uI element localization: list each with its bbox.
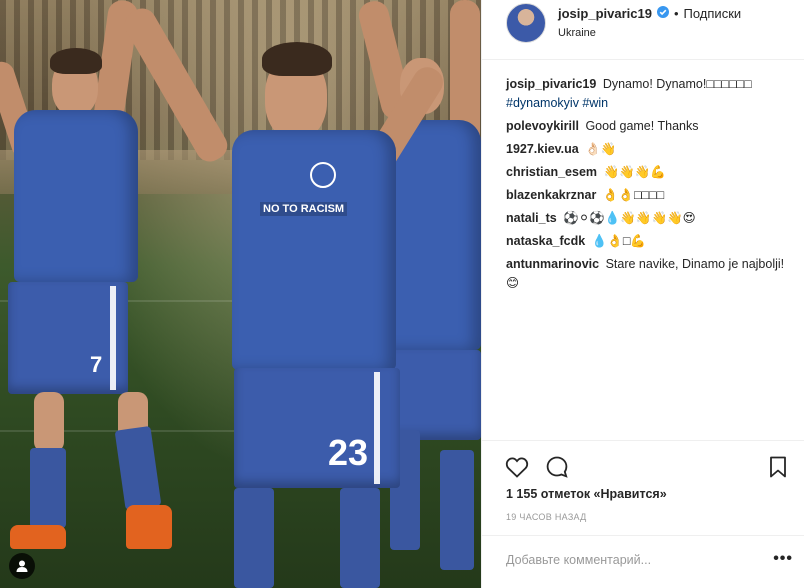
comment-author[interactable]: 1927.kiev.ua <box>506 142 579 156</box>
comment-author[interactable]: polevoykirill <box>506 119 579 133</box>
location-link[interactable]: Ukraine <box>558 27 596 39</box>
separator-dot: • <box>673 6 679 21</box>
list-item: antunmarinovic Stare navike, Dinamo je n… <box>506 255 796 293</box>
avatar[interactable] <box>506 3 546 43</box>
verified-badge-icon <box>656 6 669 21</box>
comments-list: josip_pivaric19 Dynamo! Dynamo!□□□□□□ #d… <box>506 75 796 297</box>
shirt-slogan: NO TO RACISM <box>260 202 348 216</box>
player-center: NO TO RACISM 23 <box>119 0 449 588</box>
comment-text: 👌🏻👋 <box>585 142 617 156</box>
post-photo[interactable]: 7 NO TO RACISM 23 <box>0 0 481 588</box>
comment-text: ⚽⚪⚽💧👋👋👋👋😍 <box>563 211 696 225</box>
list-item: nataska_fcdk 💧👌□💪 <box>506 232 796 251</box>
comment-author[interactable]: antunmarinovic <box>506 257 599 271</box>
bookmark-icon[interactable] <box>765 454 791 480</box>
comment-input[interactable] <box>506 550 756 570</box>
caption-hashtags[interactable]: #dynamokyiv #win <box>506 96 608 110</box>
list-item: polevoykirill Good game! Thanks <box>506 117 796 136</box>
add-comment-bar: ••• <box>482 535 804 588</box>
caption-text: Dynamo! Dynamo!□□□□□□ <box>602 77 752 91</box>
comment-bubble-icon[interactable] <box>544 454 570 480</box>
list-item: natali_ts ⚽⚪⚽💧👋👋👋👋😍 <box>506 209 796 228</box>
comment-text: Good game! Thanks <box>585 119 699 133</box>
caption: josip_pivaric19 Dynamo! Dynamo!□□□□□□ #d… <box>506 75 796 113</box>
username-link[interactable]: josip_pivaric19 <box>558 6 652 21</box>
following-button[interactable]: Подписки <box>684 6 742 21</box>
user-tag-icon[interactable] <box>9 553 35 579</box>
caption-author[interactable]: josip_pivaric19 <box>506 77 596 91</box>
list-item: christian_esem 👋👋👋💪 <box>506 163 796 182</box>
username-row: josip_pivaric19 • Подписки <box>558 6 741 21</box>
comment-author[interactable]: natali_ts <box>506 211 557 225</box>
shirt-number-center: 23 <box>328 432 369 473</box>
club-crest-icon <box>310 162 336 188</box>
heart-icon[interactable] <box>504 454 530 480</box>
post-header: josip_pivaric19 • Подписки Ukraine <box>482 0 804 60</box>
likes-count[interactable]: 1 155 отметок «Нравится» <box>506 487 667 501</box>
more-options-button[interactable]: ••• <box>773 550 793 568</box>
list-item: 1927.kiev.ua 👌🏻👋 <box>506 140 796 159</box>
post-side-panel: josip_pivaric19 • Подписки Ukraine josip… <box>481 0 804 588</box>
comment-text: 👋👋👋💪 <box>603 165 666 179</box>
list-item: blazenkakrznar 👌👌□□□□ <box>506 186 796 205</box>
comment-author[interactable]: christian_esem <box>506 165 597 179</box>
comment-text: 👌👌□□□□ <box>602 188 665 202</box>
comment-author[interactable]: blazenkakrznar <box>506 188 596 202</box>
post-actions: 1 155 отметок «Нравится» 19 часов назад <box>482 440 804 535</box>
post-timestamp[interactable]: 19 часов назад <box>506 512 587 522</box>
comment-author[interactable]: nataska_fcdk <box>506 234 585 248</box>
shirt-number-left: 7 <box>90 352 103 377</box>
comment-text: 💧👌□💪 <box>591 234 646 248</box>
